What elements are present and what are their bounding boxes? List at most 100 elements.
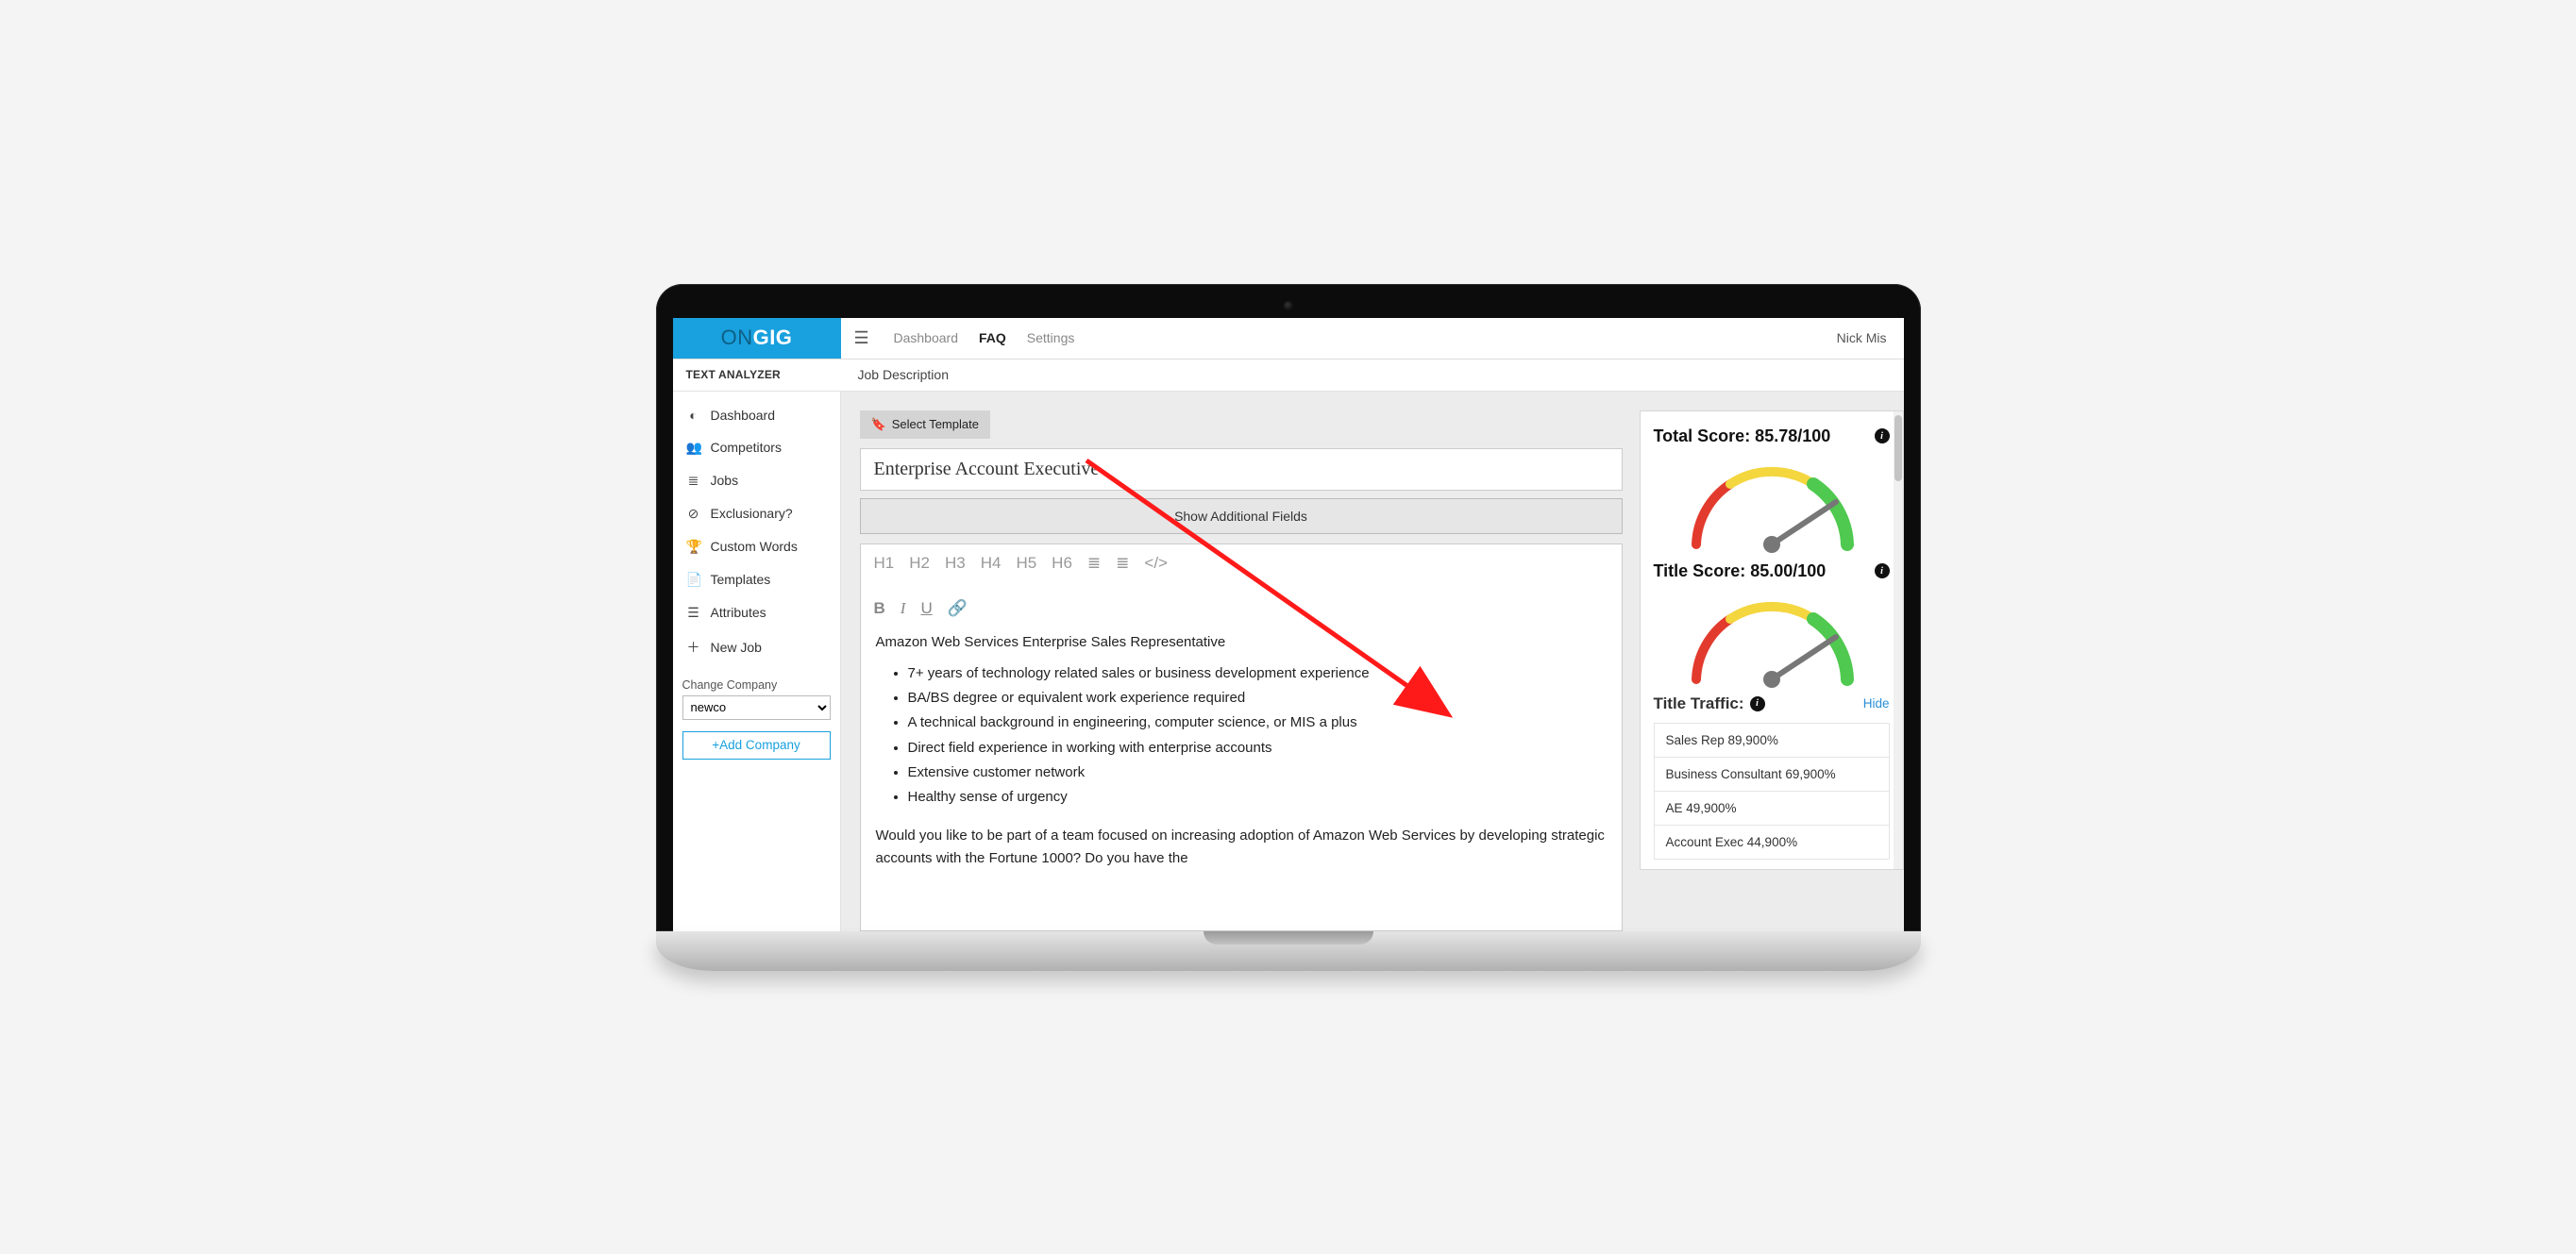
sidebar-item-jobs[interactable]: ≣ Jobs: [673, 464, 840, 497]
traffic-item[interactable]: Account Exec 44,900%: [1655, 826, 1889, 860]
lines-icon: ☰: [686, 605, 701, 621]
nav-settings[interactable]: Settings: [1027, 330, 1075, 345]
title-score-gauge: [1673, 585, 1871, 689]
h3-button[interactable]: H3: [945, 554, 966, 573]
scroll-track[interactable]: [1894, 411, 1903, 869]
total-score-label: Total Score: 85.78/100: [1654, 426, 1831, 446]
editor-bullet: Healthy sense of urgency: [908, 786, 1607, 808]
italic-button[interactable]: I: [901, 599, 906, 618]
editor-bullet: Direct field experience in working with …: [908, 737, 1607, 759]
sidebar-item-custom-words[interactable]: 🏆Custom Words: [673, 530, 840, 563]
sidebar-item-label: Templates: [711, 572, 771, 587]
total-score-row: Total Score: 85.78/100 i: [1654, 425, 1890, 450]
title-traffic-label: Title Traffic:: [1654, 694, 1744, 713]
people-icon: 👥: [686, 440, 701, 456]
editor-bullet: 7+ years of technology related sales or …: [908, 662, 1607, 684]
select-template-label: Select Template: [892, 417, 979, 431]
job-title-input[interactable]: Enterprise Account Executive: [860, 448, 1623, 491]
score-panel: Total Score: 85.78/100 i: [1640, 410, 1904, 870]
add-company-button[interactable]: +Add Company: [682, 731, 831, 760]
sidebar: ◐ Dashboard 👥 Competitors ≣ Jobs ⊘ Exclusion…: [673, 392, 841, 931]
info-icon[interactable]: i: [1750, 696, 1765, 711]
page-icon: 📄: [686, 572, 701, 588]
sidebar-item-label: Jobs: [711, 473, 739, 488]
list-icon: ≣: [686, 473, 701, 489]
laptop-mock: ONGIG ☰ Dashboard FAQ Settings Nick Mis …: [656, 284, 1921, 971]
bold-button[interactable]: B: [874, 599, 885, 618]
brand-part-on: ON: [721, 326, 753, 350]
ol-button[interactable]: ≣: [1116, 554, 1129, 573]
h1-button[interactable]: H1: [874, 554, 895, 573]
code-button[interactable]: </>: [1144, 554, 1168, 573]
brand-part-gig: GIG: [753, 326, 793, 350]
hamburger-icon[interactable]: ☰: [854, 328, 873, 348]
gauge-icon: ◐: [686, 408, 701, 423]
sidebar-item-label: New Job: [711, 640, 762, 655]
workspace: 🔖 Select Template Enterprise Account Exe…: [841, 392, 1904, 931]
sidebar-item-label: Attributes: [711, 605, 766, 620]
total-score-gauge: [1673, 450, 1871, 554]
h4-button[interactable]: H4: [981, 554, 1002, 573]
sidebar-item-label: Dashboard: [711, 408, 776, 423]
select-template-button[interactable]: 🔖 Select Template: [860, 410, 990, 439]
link-button[interactable]: 🔗: [948, 599, 968, 618]
underline-button[interactable]: U: [920, 599, 932, 618]
nav-faq[interactable]: FAQ: [979, 330, 1006, 345]
traffic-item[interactable]: Business Consultant 69,900%: [1655, 758, 1889, 792]
sidebar-item-new-job[interactable]: ＋ New Job: [673, 629, 840, 665]
h5-button[interactable]: H5: [1016, 554, 1036, 573]
title-score-row: Title Score: 85.00/100 i: [1654, 560, 1890, 585]
ban-icon: ⊘: [686, 506, 701, 522]
subbar: TEXT ANALYZER Job Description: [673, 359, 1904, 392]
traffic-item[interactable]: Sales Rep 89,900%: [1655, 724, 1889, 758]
title-traffic-list: Sales Rep 89,900% Business Consultant 69…: [1654, 723, 1890, 860]
sidebar-item-competitors[interactable]: 👥 Competitors: [673, 431, 840, 464]
laptop-base: [656, 931, 1921, 971]
laptop-bezel: ONGIG ☰ Dashboard FAQ Settings Nick Mis …: [656, 284, 1921, 931]
traffic-item[interactable]: AE 49,900%: [1655, 792, 1889, 826]
app-screen: ONGIG ☰ Dashboard FAQ Settings Nick Mis …: [673, 318, 1904, 931]
company-select[interactable]: newco: [682, 695, 831, 720]
plus-icon: ＋: [686, 638, 701, 657]
app-root: ONGIG ☰ Dashboard FAQ Settings Nick Mis …: [673, 318, 1904, 931]
topnav: ☰ Dashboard FAQ Settings Nick Mis: [841, 318, 1904, 359]
sidebar-item-templates[interactable]: 📄 Templates: [673, 563, 840, 596]
topbar: ONGIG ☰ Dashboard FAQ Settings Nick Mis: [673, 318, 1904, 359]
editor-paragraph: Amazon Web Services Enterprise Sales Rep…: [876, 631, 1607, 653]
section-title: TEXT ANALYZER: [673, 368, 841, 381]
h2-button[interactable]: H2: [909, 554, 930, 573]
editor-bullet: BA/BS degree or equivalent work experien…: [908, 687, 1607, 709]
sidebar-item-dashboard[interactable]: ◐ Dashboard: [673, 399, 840, 431]
user-name[interactable]: Nick Mis: [1837, 330, 1891, 345]
editor-column: 🔖 Select Template Enterprise Account Exe…: [860, 410, 1623, 931]
editor-bullet-list: 7+ years of technology related sales or …: [876, 662, 1607, 809]
editor-bullet: Extensive customer network: [908, 761, 1607, 783]
hide-link[interactable]: Hide: [1863, 696, 1890, 711]
change-company-label: Change Company: [673, 665, 840, 695]
rich-text-editor: H1 H2 H3 H4 H5 H6 ≣ ≣ </>: [860, 543, 1623, 931]
rte-body[interactable]: Amazon Web Services Enterprise Sales Rep…: [861, 627, 1622, 880]
editor-paragraph: Would you like to be part of a team focu…: [876, 825, 1607, 869]
camera-dot: [1284, 301, 1293, 310]
info-icon[interactable]: i: [1875, 563, 1890, 578]
sidebar-item-label: Competitors: [711, 440, 782, 455]
brand-logo[interactable]: ONGIG: [673, 318, 841, 359]
h6-button[interactable]: H6: [1052, 554, 1072, 573]
editor-bullet: A technical background in engineering, c…: [908, 711, 1607, 733]
rte-toolbar: H1 H2 H3 H4 H5 H6 ≣ ≣ </>: [861, 544, 1622, 627]
title-traffic-header: Title Traffic: i Hide: [1654, 694, 1890, 713]
app-body: ◐ Dashboard 👥 Competitors ≣ Jobs ⊘ Exclusion…: [673, 392, 1904, 931]
show-additional-fields-button[interactable]: Show Additional Fields: [860, 498, 1623, 534]
bookmark-icon: 🔖: [871, 417, 886, 432]
sidebar-item-label: Exclusionary?: [711, 506, 793, 521]
sidebar-item-exclusionary[interactable]: ⊘ Exclusionary?: [673, 497, 840, 530]
nav-dashboard[interactable]: Dashboard: [894, 330, 959, 345]
laptop-notch: [1204, 931, 1373, 945]
ul-button[interactable]: ≣: [1087, 554, 1101, 573]
sidebar-item-label: Custom Words: [711, 539, 798, 554]
info-icon[interactable]: i: [1875, 428, 1890, 443]
scroll-thumb[interactable]: [1894, 415, 1902, 481]
title-score-label: Title Score: 85.00/100: [1654, 561, 1827, 581]
breadcrumb: Job Description: [841, 367, 967, 382]
sidebar-item-attributes[interactable]: ☰ Attributes: [673, 596, 840, 629]
